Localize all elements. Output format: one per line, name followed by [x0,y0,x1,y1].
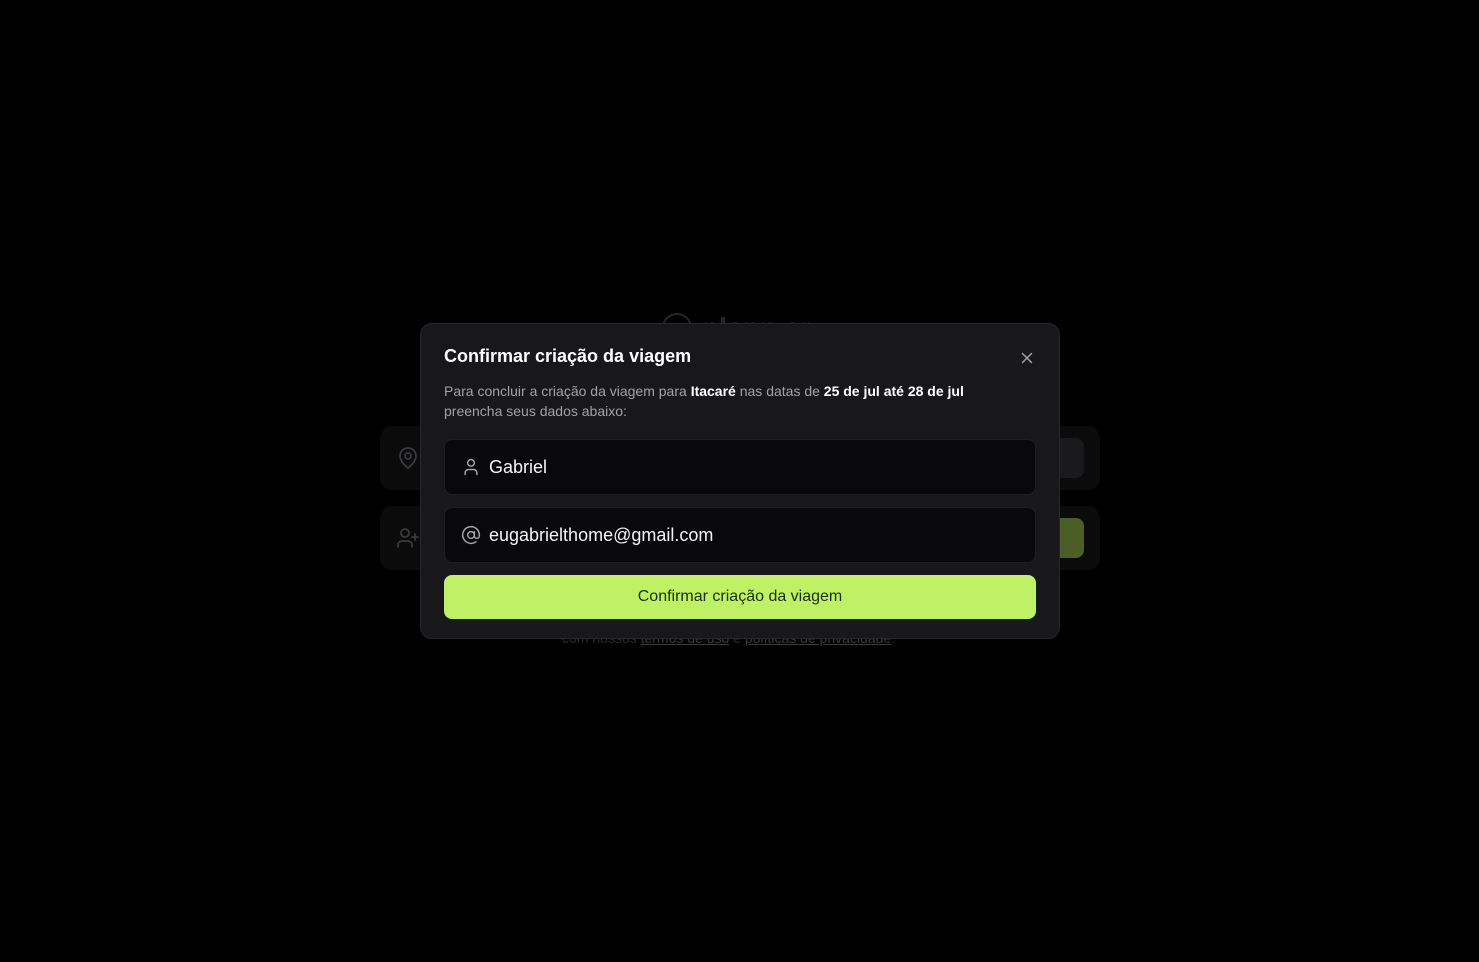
email-input[interactable] [489,524,1019,546]
at-sign-icon [461,525,481,545]
desc-prefix: Para concluir a criação da viagem para [444,383,687,399]
modal-title: Confirmar criação da viagem [444,346,692,366]
close-button[interactable] [1017,348,1037,368]
confirm-trip-modal: Confirmar criação da viagem Para conclui… [420,323,1060,639]
destination-text: Itacaré [690,383,736,399]
desc-suffix: preencha seus dados abaixo: [444,403,627,419]
user-plus-icon [396,526,420,550]
confirm-trip-button[interactable]: Confirmar criação da viagem [444,575,1036,619]
name-input[interactable] [489,456,1019,478]
email-field [444,507,1036,563]
map-pin-icon [396,446,420,470]
dates-text: 25 de jul até 28 de jul [823,383,964,399]
modal-description: Para concluir a criação da viagem para I… [444,381,1034,421]
page: plann.er com nossos termos de uso e polí… [0,0,1479,962]
name-field [444,439,1036,495]
desc-middle: nas datas de [739,383,820,399]
user-icon [461,457,481,477]
x-icon [1021,352,1033,364]
